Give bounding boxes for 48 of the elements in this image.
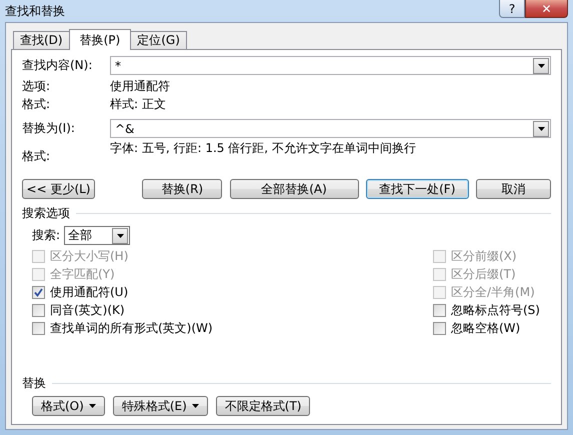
format-button[interactable]: 特殊格式(E) (112, 396, 208, 416)
checkbox-label: 区分后缀(T) (451, 266, 516, 282)
checkbox-label: 区分全/半角(M) (451, 284, 535, 300)
checkbox-label: 忽略标点符号(S) (451, 302, 540, 318)
options-label: 选项: (22, 78, 52, 95)
tab[interactable]: 查找(D) (13, 31, 70, 49)
checkbox-label: 查找单词的所有形式(英文)(W) (50, 320, 213, 336)
replace-label: 替换为(I): (22, 120, 76, 137)
format-label: 格式: (22, 96, 52, 113)
help-button[interactable]: ? (499, 0, 525, 18)
section-title: 替换 (22, 375, 46, 392)
format-value: 字体: 五号, 行距: 1.5 倍行距, 不允许文字在单词中间换行 (110, 140, 416, 157)
section-title: 搜索选项 (22, 205, 70, 222)
format-button[interactable]: 不限定格式(T) (216, 396, 310, 416)
dialog-button[interactable]: << 更少(L) (22, 179, 95, 199)
format-button[interactable]: 格式(O) (32, 396, 105, 416)
checkbox-label: 同音(英文)(K) (50, 302, 125, 318)
tab[interactable]: 定位(G) (130, 31, 187, 49)
checkbox-label: 全字匹配(Y) (50, 266, 115, 282)
replace-field[interactable]: ^& (110, 119, 551, 138)
checkbox[interactable] (433, 322, 446, 334)
close-button[interactable]: ✕ (525, 0, 568, 18)
dialog-button[interactable]: 替换(R) (142, 179, 222, 199)
dropdown-arrow-icon (192, 404, 199, 408)
checkbox[interactable] (433, 304, 446, 316)
dropdown-arrow-icon (88, 404, 96, 408)
dialog-button[interactable]: 查找下一处(F) (366, 179, 469, 199)
search-dropdown[interactable]: 全部 (64, 226, 130, 245)
checkbox-label: 区分大小写(H) (50, 248, 128, 264)
tab[interactable]: 替换(P) (68, 29, 132, 50)
search-label: 搜索: (32, 227, 60, 244)
checkbox[interactable] (32, 322, 45, 334)
dialog-button[interactable]: 全部替换(A) (230, 179, 358, 199)
checkbox[interactable] (32, 304, 45, 316)
dialog-button[interactable]: 取消 (476, 179, 551, 199)
dropdown-arrow-icon (116, 234, 124, 238)
window-title: 查找和替换 (5, 2, 65, 20)
dropdown-arrow-icon (538, 126, 544, 130)
checkbox-label: 忽略空格(W) (451, 320, 520, 336)
find-label: 查找内容(N): (22, 57, 94, 74)
find-field[interactable]: * (110, 56, 551, 75)
checkbox-label: 使用通配符(U) (50, 284, 128, 300)
format-label: 格式: (22, 148, 52, 165)
checkbox[interactable] (32, 286, 45, 298)
format-value: 样式: 正文 (110, 96, 166, 113)
checkbox-label: 区分前缀(X) (451, 248, 517, 264)
dropdown-arrow-icon (538, 64, 544, 68)
options-value: 使用通配符 (110, 78, 170, 95)
